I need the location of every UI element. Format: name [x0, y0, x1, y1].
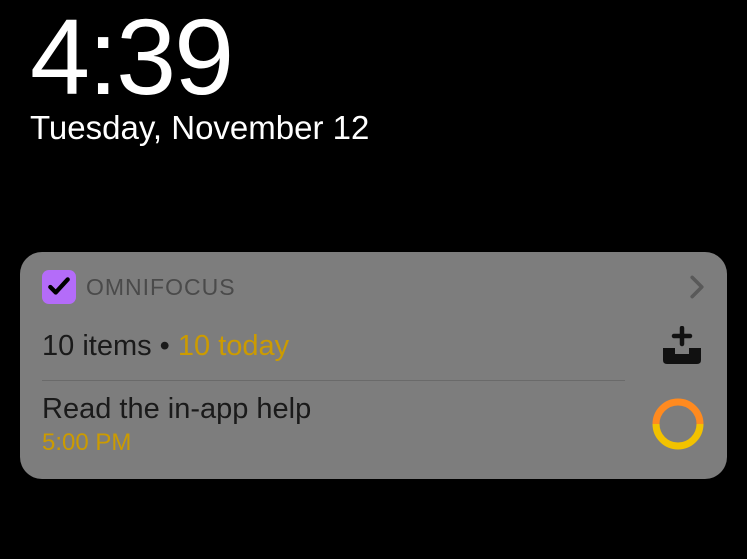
time-label: 4:39 — [30, 0, 747, 113]
items-count-label: 10 items — [42, 330, 152, 362]
summary-separator: • — [152, 330, 178, 362]
inbox-plus-icon[interactable] — [659, 326, 705, 366]
task-circle-icon[interactable] — [651, 397, 705, 451]
lockscreen-clock: 4:39 Tuesday, November 12 — [0, 0, 747, 147]
date-label: Tuesday, November 12 — [30, 109, 747, 147]
app-name-label: OMNIFOCUS — [86, 274, 236, 301]
today-count-label: 10 today — [178, 330, 289, 362]
task-time-label: 5:00 PM — [42, 429, 311, 457]
summary-row[interactable]: 10 items • 10 today — [42, 326, 705, 366]
checkmark-icon — [46, 274, 72, 300]
task-title-label: Read the in-app help — [42, 391, 311, 427]
divider — [42, 380, 625, 381]
task-row[interactable]: Read the in-app help 5:00 PM — [42, 391, 705, 457]
app-icon — [42, 270, 76, 304]
chevron-right-icon — [689, 275, 705, 299]
widget-header[interactable]: OMNIFOCUS — [42, 270, 705, 304]
summary-text: 10 items • 10 today — [42, 330, 289, 363]
omnifocus-widget[interactable]: OMNIFOCUS 10 items • 10 today Read the i… — [20, 252, 727, 479]
